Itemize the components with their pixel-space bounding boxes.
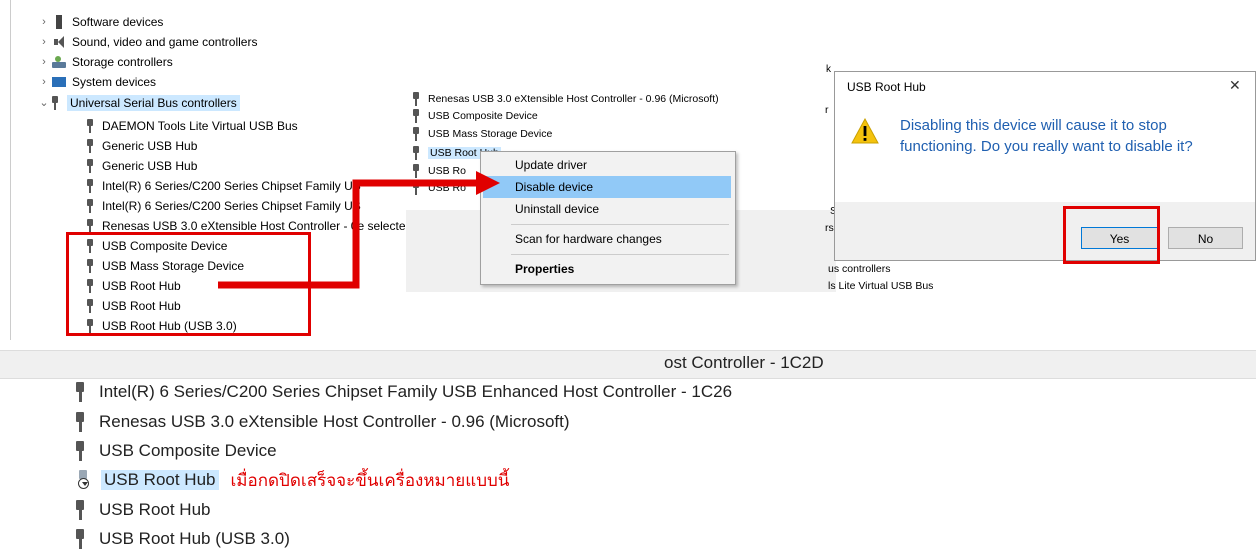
tree-item-label: System devices [72,74,157,89]
mid-tree-item[interactable]: USB Mass Storage Device [412,124,552,143]
usb-icon [86,178,94,193]
zoomed-tree-item[interactable]: Renesas USB 3.0 eXtensible Host Controll… [75,410,570,434]
bottom-strip [0,350,1256,379]
tree-item-label: Sound, video and game controllers [72,34,258,49]
speaker-icon [51,34,67,50]
usb-icon [75,441,85,461]
tree-item-label: Software devices [72,14,164,29]
tree-item-label: Intel(R) 6 Series/C200 Series Chipset Fa… [99,382,733,401]
dialog-title: USB Root Hub [847,80,926,94]
system-devices-icon [51,74,67,90]
menu-item-properties[interactable]: Properties [483,258,731,280]
usb-icon [86,138,94,153]
zoomed-tree-item[interactable]: Intel(R) 6 Series/C200 Series Chipset Fa… [75,380,732,404]
background-text: r [825,104,829,116]
disabled-device-icon [73,470,93,490]
usb-icon [75,412,85,432]
tree-item-label: USB Composite Device [99,441,277,460]
partial-tree-item: ost Controller - 1C2D [664,351,824,375]
usb-icon [51,95,59,110]
zoomed-tree-item[interactable]: USB Composite Device [75,439,277,463]
usb-icon [86,158,94,173]
menu-separator [511,254,729,255]
confirm-dialog: USB Root Hub ✕ Disabling this device wil… [834,71,1256,261]
tree-item-label: USB Mass Storage Device [428,127,553,140]
menu-separator [511,224,729,225]
tree-item-usb-child[interactable]: DAEMON Tools Lite Virtual USB Bus [86,116,298,135]
chevron-right-icon[interactable]: › [37,76,51,88]
tree-item-label: Generic USB Hub [102,158,198,173]
usb-icon [75,529,85,549]
tree-item-label: USB Root Hub (USB 3.0) [99,529,290,548]
software-devices-icon [51,14,67,30]
close-icon[interactable]: ✕ [1229,77,1241,94]
usb-icon [86,118,94,133]
chevron-down-icon[interactable]: ⌄ [37,96,51,109]
storage-controller-icon [51,54,67,70]
usb-icon [86,198,94,213]
background-text: us controllers [828,263,891,275]
zoomed-tree-item[interactable]: USB Root Hub (USB 3.0) [75,527,290,551]
background-text: k [826,64,831,75]
chevron-right-icon[interactable]: › [37,56,51,68]
red-arrow [218,171,500,289]
usb-icon [86,218,94,233]
annotation-text: เมื่อกดปิดเสร็จจะขึ้นเครื่องหมายแบบนี้ [230,470,510,490]
tree-item-usb-child[interactable]: Generic USB Hub [86,156,197,175]
tree-item-sound-controllers[interactable]: › Sound, video and game controllers [37,32,257,51]
usb-icon [75,382,85,402]
arrow-head [476,171,500,195]
menu-item-disable-device[interactable]: Disable device [483,176,731,198]
mid-tree-item[interactable]: USB Composite Device [412,106,538,125]
usb-icon [412,126,420,141]
tree-item-label: ost Controller - 1C2D [664,353,824,372]
arrow-line [218,179,478,289]
tree-item-system-devices[interactable]: › System devices [37,72,156,91]
dialog-message: Disabling this device will cause it to s… [900,117,1193,155]
tree-item-label: Generic USB Hub [102,138,198,153]
menu-item-uninstall-device[interactable]: Uninstall device [483,198,731,220]
no-button[interactable]: No [1168,227,1243,249]
tree-item-label: Renesas USB 3.0 eXtensible Host Controll… [428,92,719,105]
usb-icon [412,108,420,123]
highlight-box-yes [1063,206,1160,264]
background-text: ls Lite Virtual USB Bus [828,280,934,292]
zoomed-tree-item[interactable]: USB Root Hub [75,498,211,522]
tree-item-usb-controllers[interactable]: ⌄ Universal Serial Bus controllers [37,93,240,112]
context-menu: Update driver Disable device Uninstall d… [480,151,736,285]
tree-item-label: USB Root Hub [101,470,219,490]
tree-item-label: Universal Serial Bus controllers [67,94,240,111]
tree-item-label: Renesas USB 3.0 eXtensible Host Controll… [99,412,570,431]
usb-icon [412,91,420,106]
tree-item-usb-child[interactable]: Generic USB Hub [86,136,197,155]
chevron-right-icon[interactable]: › [37,36,51,48]
tree-item-storage-controllers[interactable]: › Storage controllers [37,52,173,71]
tree-item-label: DAEMON Tools Lite Virtual USB Bus [102,118,298,133]
zoomed-tree-item-disabled[interactable]: USB Root Hub เมื่อกดปิดเสร็จจะขึ้นเครื่อ… [73,468,509,492]
usb-icon [412,145,420,160]
tree-item-label: Storage controllers [72,54,173,69]
usb-icon [75,500,85,520]
chevron-right-icon[interactable]: › [37,16,51,28]
tree-item-label: USB Composite Device [428,109,538,122]
tree-item-label: USB Root Hub [99,500,211,519]
warning-icon [851,118,879,144]
menu-item-update-driver[interactable]: Update driver [483,154,731,176]
device-tree-panel [10,0,11,340]
menu-item-scan-hardware[interactable]: Scan for hardware changes [483,228,731,250]
tree-item-software-devices[interactable]: › Software devices [37,12,163,31]
background-text: rs [825,222,834,234]
